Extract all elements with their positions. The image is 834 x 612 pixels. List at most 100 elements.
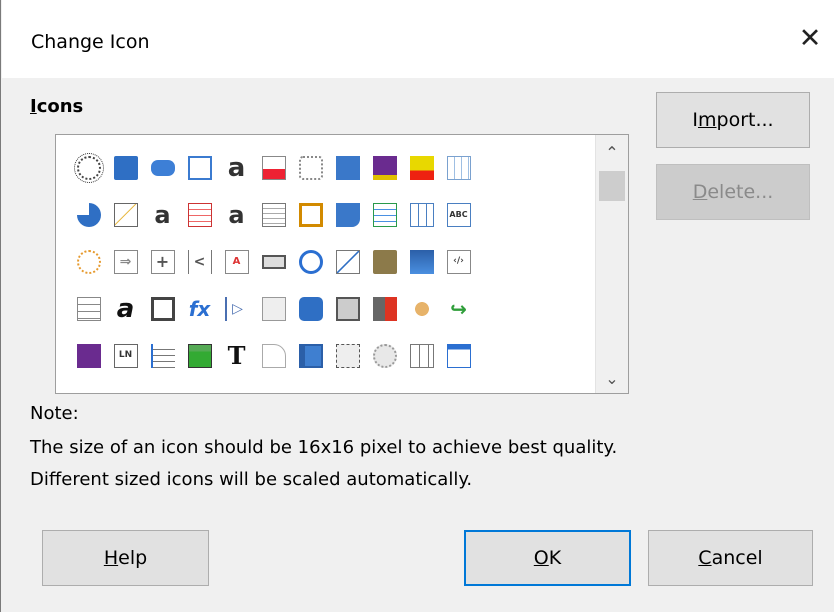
list-indent-icon bbox=[150, 343, 175, 368]
title-bar: Change Icon ✕ bbox=[2, 0, 834, 78]
icon-cell[interactable]: A bbox=[218, 238, 255, 285]
icon-cell[interactable] bbox=[144, 285, 181, 332]
icon-cell[interactable]: fx bbox=[181, 285, 218, 332]
icon-cell[interactable]: < bbox=[181, 238, 218, 285]
image-frame-icon bbox=[335, 296, 360, 321]
shape-blue-icon bbox=[335, 202, 360, 227]
icon-cell[interactable] bbox=[255, 332, 292, 379]
printer-icon bbox=[150, 296, 175, 321]
icon-cell[interactable] bbox=[366, 238, 403, 285]
scroll-down-icon[interactable]: ⌄ bbox=[596, 365, 628, 393]
shape-curve-icon bbox=[261, 343, 286, 368]
icon-cell[interactable] bbox=[144, 144, 181, 191]
icon-cell[interactable] bbox=[366, 332, 403, 379]
icon-cell[interactable] bbox=[329, 191, 366, 238]
arrow-green-icon: ↪ bbox=[450, 296, 467, 321]
icon-cell[interactable] bbox=[292, 191, 329, 238]
bracket-icon: < bbox=[187, 249, 212, 274]
icon-cell[interactable]: ↪ bbox=[440, 285, 477, 332]
octagon-icon bbox=[298, 296, 323, 321]
icon-cell[interactable] bbox=[70, 332, 107, 379]
icon-cell[interactable] bbox=[329, 332, 366, 379]
selection-circle-icon bbox=[73, 152, 104, 183]
help-button[interactable]: Help bbox=[42, 530, 209, 586]
icon-cell[interactable] bbox=[70, 238, 107, 285]
clock-icon bbox=[298, 249, 323, 274]
icon-cell[interactable] bbox=[70, 285, 107, 332]
icon-cell[interactable] bbox=[366, 285, 403, 332]
note-icon bbox=[113, 155, 138, 180]
ok-button[interactable]: OK bbox=[464, 530, 631, 586]
text-a-alt-icon: a bbox=[154, 200, 171, 229]
icon-cell[interactable] bbox=[107, 191, 144, 238]
icon-cell[interactable] bbox=[255, 144, 292, 191]
icon-cell[interactable] bbox=[255, 285, 292, 332]
icon-cell[interactable]: a bbox=[144, 191, 181, 238]
form-doc-icon bbox=[187, 155, 212, 180]
icon-cell[interactable] bbox=[329, 285, 366, 332]
icon-cell[interactable]: LN bbox=[107, 332, 144, 379]
table-icon bbox=[446, 155, 471, 180]
text-a-icon: a bbox=[227, 152, 246, 183]
icon-cell[interactable]: ABC bbox=[440, 191, 477, 238]
icon-cell[interactable] bbox=[329, 238, 366, 285]
image-ruler-icon bbox=[335, 343, 360, 368]
icon-cell[interactable] bbox=[366, 144, 403, 191]
icon-cell[interactable]: a bbox=[218, 191, 255, 238]
close-icon[interactable]: ✕ bbox=[795, 24, 825, 54]
sun-icon bbox=[76, 249, 101, 274]
arrow-right-icon: ⇒ bbox=[113, 249, 138, 274]
icon-cell[interactable] bbox=[403, 191, 440, 238]
folder-icon bbox=[372, 249, 397, 274]
scroll-thumb[interactable] bbox=[599, 171, 625, 201]
icon-cell[interactable] bbox=[255, 238, 292, 285]
import-button[interactable]: Import... bbox=[656, 92, 810, 148]
text-a-bold-icon: a bbox=[116, 293, 135, 324]
change-icon-dialog: Change Icon ✕ Icons a a a ABC ⇒ + < A ‹/› a fx ▷ ↪ LN… bbox=[0, 0, 834, 612]
icon-cell[interactable]: T bbox=[218, 332, 255, 379]
icon-cell[interactable] bbox=[440, 144, 477, 191]
icon-cell[interactable]: a bbox=[107, 285, 144, 332]
icon-cell[interactable]: ⇒ bbox=[107, 238, 144, 285]
icon-cell[interactable] bbox=[366, 191, 403, 238]
icon-cell[interactable] bbox=[107, 144, 144, 191]
icon-cell[interactable] bbox=[181, 191, 218, 238]
insert-row-icon bbox=[372, 202, 397, 227]
note-line-2: Different sized icons will be scaled aut… bbox=[30, 469, 473, 490]
icon-cell[interactable] bbox=[403, 332, 440, 379]
delete-button[interactable]: Delete... bbox=[656, 164, 810, 220]
icon-cell[interactable] bbox=[403, 238, 440, 285]
icon-cell[interactable] bbox=[292, 144, 329, 191]
icon-cell[interactable] bbox=[329, 144, 366, 191]
image-doc-icon bbox=[261, 296, 286, 321]
icon-cell[interactable] bbox=[440, 332, 477, 379]
scrollbar[interactable]: ⌃ ⌄ bbox=[595, 135, 628, 393]
cancel-button[interactable]: Cancel bbox=[648, 530, 813, 586]
icon-grid: a a a ABC ⇒ + < A ‹/› a fx ▷ ↪ LN T bbox=[70, 144, 477, 379]
icon-cell[interactable] bbox=[181, 332, 218, 379]
icon-cell[interactable]: + bbox=[144, 238, 181, 285]
icon-cell[interactable] bbox=[292, 332, 329, 379]
icon-cell[interactable] bbox=[403, 144, 440, 191]
icon-cell[interactable] bbox=[181, 144, 218, 191]
icon-cell[interactable]: ‹/› bbox=[440, 238, 477, 285]
icon-cell[interactable] bbox=[255, 191, 292, 238]
icon-list[interactable]: a a a ABC ⇒ + < A ‹/› a fx ▷ ↪ LN T ⌃ ⌄ bbox=[55, 134, 629, 394]
icon-cell[interactable] bbox=[70, 191, 107, 238]
note-heading: Note: bbox=[30, 403, 79, 424]
slider-icon bbox=[261, 254, 286, 269]
icon-cell[interactable]: ▷ bbox=[218, 285, 255, 332]
frame-icon bbox=[298, 343, 323, 368]
icon-cell[interactable] bbox=[292, 285, 329, 332]
icon-cell[interactable] bbox=[292, 238, 329, 285]
film-green-icon bbox=[187, 343, 212, 368]
save-pen-icon bbox=[372, 155, 397, 180]
icon-cell[interactable]: a bbox=[218, 144, 255, 191]
icon-cell[interactable] bbox=[70, 144, 107, 191]
triangle-arrow-icon: ▷ bbox=[224, 296, 249, 321]
icon-cell[interactable] bbox=[403, 285, 440, 332]
icon-cell[interactable] bbox=[144, 332, 181, 379]
scroll-up-icon[interactable]: ⌃ bbox=[596, 139, 628, 167]
pie-chart-icon bbox=[76, 202, 101, 227]
grid-icon bbox=[409, 202, 434, 227]
